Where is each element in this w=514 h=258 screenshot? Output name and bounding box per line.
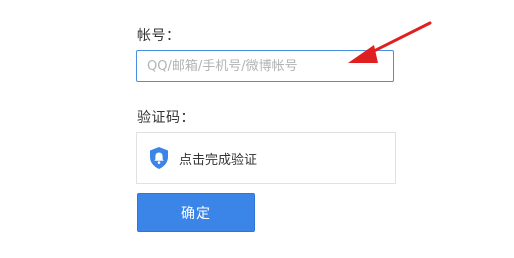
account-label: 帐号： (137, 28, 181, 44)
account-input[interactable] (147, 58, 383, 74)
login-form: 帐号： 验证码： 点击完成验证 确定 (0, 0, 514, 258)
captcha-text: 点击完成验证 (179, 152, 258, 168)
shield-bell-icon (148, 146, 170, 170)
captcha-verify-button[interactable]: 点击完成验证 (136, 132, 396, 184)
submit-button[interactable]: 确定 (137, 193, 255, 232)
account-field[interactable] (136, 50, 394, 82)
captcha-label: 验证码： (137, 110, 195, 126)
